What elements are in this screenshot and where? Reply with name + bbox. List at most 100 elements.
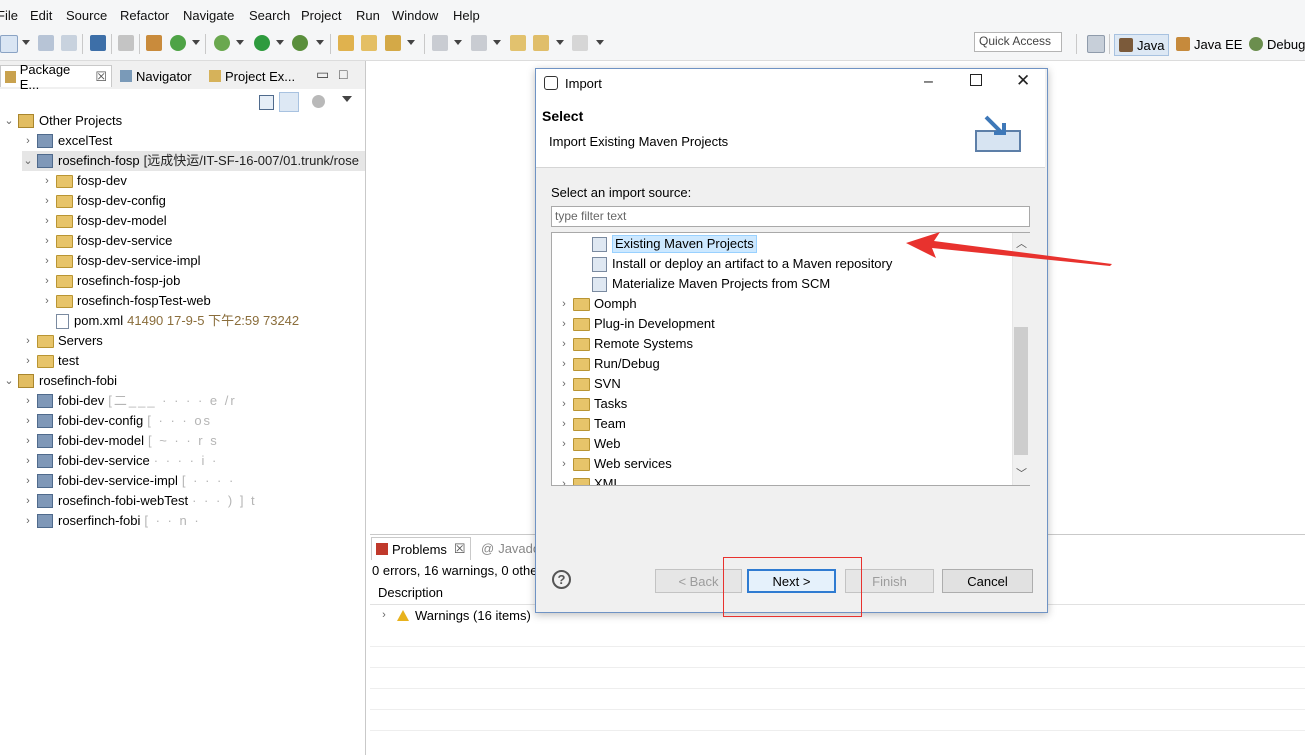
forward-dropdown-icon[interactable] bbox=[596, 40, 604, 45]
last-edit-icon[interactable] bbox=[510, 35, 526, 51]
new-icon[interactable] bbox=[0, 35, 18, 53]
menu-window[interactable]: Window bbox=[392, 8, 438, 23]
tree-item[interactable]: › fobi-dev-config[ · · · os bbox=[22, 411, 212, 431]
tree-item[interactable]: › fosp-dev bbox=[41, 171, 127, 191]
menu-run[interactable]: Run bbox=[356, 8, 380, 23]
import-source-item[interactable]: › Run/Debug bbox=[558, 354, 660, 374]
tree-item[interactable]: › test bbox=[22, 351, 79, 371]
view-menu-icon[interactable] bbox=[342, 96, 352, 102]
chevron-right-icon[interactable]: › bbox=[558, 294, 570, 314]
focus-icon[interactable] bbox=[312, 95, 325, 108]
terminal-icon[interactable] bbox=[90, 35, 106, 51]
tree-item[interactable]: › excelTest bbox=[22, 131, 112, 151]
annotation-next-icon[interactable] bbox=[432, 35, 448, 51]
run-icon[interactable] bbox=[254, 35, 270, 51]
collapse-all-icon[interactable] bbox=[259, 95, 274, 110]
chevron-right-icon[interactable]: › bbox=[558, 434, 570, 454]
chevron-right-icon[interactable]: › bbox=[22, 431, 34, 451]
close-icon[interactable]: ✕ bbox=[1016, 71, 1030, 91]
close-icon[interactable]: ☒ bbox=[95, 69, 107, 85]
tree-item[interactable]: › fobi-dev [二___ · · · · e /r bbox=[22, 391, 237, 411]
menu-search[interactable]: Search bbox=[249, 8, 290, 23]
refresh-icon[interactable] bbox=[170, 35, 186, 51]
quick-access-input[interactable]: Quick Access bbox=[974, 32, 1062, 52]
menu-project[interactable]: Project bbox=[301, 8, 341, 23]
build-icon[interactable] bbox=[146, 35, 162, 51]
tree-item[interactable]: › Servers bbox=[22, 331, 103, 351]
chevron-right-icon[interactable]: › bbox=[41, 271, 53, 291]
tab-navigator[interactable]: Navigator bbox=[116, 65, 196, 87]
chevron-right-icon[interactable]: › bbox=[378, 609, 390, 621]
back-icon[interactable] bbox=[533, 35, 549, 51]
tree-item[interactable]: › rosefinch-fosp-job bbox=[41, 271, 180, 291]
import-source-item[interactable]: › Oomph bbox=[558, 294, 636, 314]
chevron-right-icon[interactable]: › bbox=[41, 251, 53, 271]
tab-javadoc[interactable]: @ Javado bbox=[481, 541, 540, 556]
chevron-right-icon[interactable]: › bbox=[41, 291, 53, 311]
annotation-prev-icon[interactable] bbox=[471, 35, 487, 51]
chevron-right-icon[interactable]: › bbox=[22, 511, 34, 531]
chevron-right-icon[interactable]: › bbox=[558, 354, 570, 374]
perspective-java[interactable]: Java bbox=[1114, 34, 1170, 56]
chevron-right-icon[interactable]: › bbox=[22, 331, 34, 351]
chevron-right-icon[interactable]: › bbox=[558, 334, 570, 354]
refresh-dropdown-icon[interactable] bbox=[192, 40, 200, 45]
tree-item[interactable]: › fosp-dev-model bbox=[41, 211, 166, 231]
import-source-item[interactable]: Materialize Maven Projects from SCM bbox=[592, 274, 830, 294]
import-source-item[interactable]: Existing Maven Projects bbox=[592, 234, 757, 254]
import-source-item[interactable]: › SVN bbox=[558, 374, 621, 394]
save-all-icon[interactable] bbox=[61, 35, 77, 51]
menu-navigate[interactable]: Navigate bbox=[183, 8, 234, 23]
chevron-down-icon[interactable]: ⌄ bbox=[3, 371, 15, 391]
import-source-item[interactable]: Install or deploy an artifact to a Maven… bbox=[592, 254, 892, 274]
save-icon[interactable] bbox=[38, 35, 54, 51]
chevron-right-icon[interactable]: › bbox=[41, 191, 53, 211]
tree-item[interactable]: › fobi-dev-service · · · · i · bbox=[22, 451, 218, 471]
open-perspective-icon[interactable] bbox=[1087, 35, 1105, 53]
chevron-right-icon[interactable]: › bbox=[558, 414, 570, 434]
tree-item[interactable]: › fobi-dev-model [ ~ · · r s bbox=[22, 431, 219, 451]
chevron-right-icon[interactable]: › bbox=[41, 211, 53, 231]
import-source-item[interactable]: › Plug-in Development bbox=[558, 314, 715, 334]
tree-item[interactable]: pom.xml 41490 17-9-5 下午2:59 73242 bbox=[41, 311, 299, 331]
chevron-right-icon[interactable]: › bbox=[22, 491, 34, 511]
chevron-right-icon[interactable]: › bbox=[41, 231, 53, 251]
import-source-item[interactable]: › Team bbox=[558, 414, 626, 434]
menu-refactor[interactable]: Refactor bbox=[120, 8, 169, 23]
tree-item[interactable]: › rosefinch-fobi-webTest · · · ) ] t bbox=[22, 491, 257, 511]
chevron-right-icon[interactable]: › bbox=[22, 391, 34, 411]
back-dropdown-icon[interactable] bbox=[556, 40, 564, 45]
chevron-right-icon[interactable]: › bbox=[558, 454, 570, 474]
import-source-item[interactable]: › XML bbox=[558, 474, 621, 485]
link-with-editor-icon[interactable] bbox=[279, 92, 299, 112]
help-icon[interactable]: ? bbox=[552, 570, 571, 589]
chevron-right-icon[interactable]: › bbox=[41, 171, 53, 191]
chevron-right-icon[interactable]: › bbox=[558, 474, 570, 485]
cancel-button[interactable]: Cancel bbox=[942, 569, 1033, 593]
tab-project-explorer[interactable]: Project Ex... bbox=[205, 65, 299, 87]
chevron-right-icon[interactable]: › bbox=[558, 394, 570, 414]
filter-input[interactable]: type filter text bbox=[551, 206, 1030, 227]
import-source-item[interactable]: › Remote Systems bbox=[558, 334, 693, 354]
chevron-right-icon[interactable]: › bbox=[22, 451, 34, 471]
close-icon[interactable]: ☒ bbox=[454, 541, 466, 557]
forward-icon[interactable] bbox=[572, 35, 588, 51]
tab-package-explorer[interactable]: Package E... ☒ bbox=[0, 62, 112, 92]
tree-item[interactable]: ⌄ Other Projects bbox=[3, 111, 122, 131]
chevron-down-icon[interactable]: ⌄ bbox=[22, 151, 34, 171]
import-source-item[interactable]: › Web services bbox=[558, 454, 672, 474]
tree-item[interactable]: › fosp-dev-service bbox=[41, 231, 172, 251]
menu-edit[interactable]: Edit bbox=[30, 8, 52, 23]
annotation-next-dropdown-icon[interactable] bbox=[454, 40, 462, 45]
maximize-icon[interactable] bbox=[970, 74, 982, 86]
minimize-icon[interactable]: ▭ bbox=[316, 66, 329, 83]
tree-item[interactable]: › fosp-dev-config bbox=[41, 191, 166, 211]
new-class-icon[interactable] bbox=[385, 35, 401, 51]
chevron-right-icon[interactable]: › bbox=[22, 351, 34, 371]
tree-item[interactable]: › rosefinch-fospTest-web bbox=[41, 291, 211, 311]
new-class-dropdown-icon[interactable] bbox=[407, 40, 415, 45]
external-tools-icon[interactable] bbox=[292, 35, 308, 51]
tab-problems[interactable]: Problems ☒ bbox=[371, 537, 471, 560]
import-source-item[interactable]: › Tasks bbox=[558, 394, 627, 414]
chevron-right-icon[interactable]: › bbox=[22, 471, 34, 491]
